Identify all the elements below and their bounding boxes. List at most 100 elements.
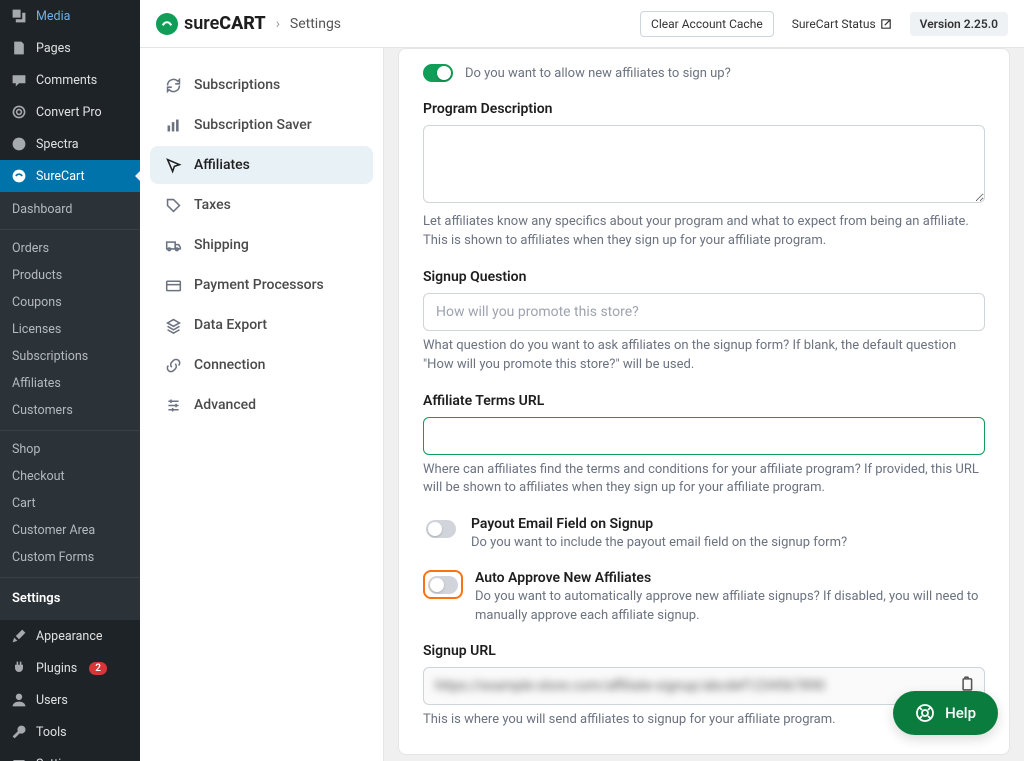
- sc-nav-subscriptions[interactable]: Subscriptions: [150, 66, 373, 104]
- sc-nav-label: Taxes: [194, 197, 231, 213]
- sc-nav-advanced[interactable]: Advanced: [150, 386, 373, 424]
- plugin-update-badge: 2: [89, 662, 107, 675]
- wp-nav-settings[interactable]: Settings: [0, 748, 140, 761]
- card-icon: [164, 276, 182, 294]
- sc-nav-label: Subscriptions: [194, 77, 280, 93]
- wp-sub-customers[interactable]: Customers: [0, 397, 140, 424]
- sc-nav-affiliates[interactable]: Affiliates: [150, 146, 373, 184]
- version-badge: Version 2.25.0: [910, 12, 1008, 36]
- brand-prefix: sure: [184, 13, 219, 34]
- wp-sub-dashboard[interactable]: Dashboard: [0, 196, 140, 223]
- payout-email-toggle-title: Payout Email Field on Signup: [471, 516, 985, 532]
- sliders-icon: [10, 755, 28, 761]
- wp-nav-label: SureCart: [36, 169, 85, 184]
- wp-sub-coupons[interactable]: Coupons: [0, 289, 140, 316]
- wp-nav-appearance[interactable]: Appearance: [0, 620, 140, 652]
- wp-nav-spectra[interactable]: Spectra: [0, 128, 140, 160]
- wp-sub-customerarea[interactable]: Customer Area: [0, 517, 140, 544]
- surecart-settings-nav: Subscriptions Subscription Saver Affilia…: [140, 48, 384, 761]
- auto-approve-toggle[interactable]: [428, 576, 458, 594]
- allow-signup-help: Do you want to allow new affiliates to s…: [465, 65, 985, 83]
- wp-nav-label: Appearance: [36, 629, 103, 644]
- breadcrumb-current: Settings: [290, 16, 341, 32]
- wp-nav-label: Plugins: [36, 661, 77, 676]
- sc-nav-shipping[interactable]: Shipping: [150, 226, 373, 264]
- wp-sub-affiliates[interactable]: Affiliates: [0, 370, 140, 397]
- wrench-icon: [10, 723, 28, 741]
- wp-nav-label: Convert Pro: [36, 105, 102, 120]
- clear-cache-button[interactable]: Clear Account Cache: [640, 11, 774, 37]
- link-icon: [164, 356, 182, 374]
- wp-nav-users[interactable]: Users: [0, 684, 140, 716]
- wp-sub-orders[interactable]: Orders: [0, 235, 140, 262]
- breadcrumb-sep: ›: [276, 16, 280, 32]
- wp-nav-comments[interactable]: Comments: [0, 64, 140, 96]
- truck-icon: [164, 236, 182, 254]
- wp-nav-label: Users: [36, 693, 68, 708]
- wp-nav-label: Pages: [36, 41, 71, 56]
- refresh-icon: [164, 76, 182, 94]
- wp-sub-cart[interactable]: Cart: [0, 490, 140, 517]
- comment-icon: [10, 71, 28, 89]
- sc-nav-taxes[interactable]: Taxes: [150, 186, 373, 224]
- wp-nav-plugins[interactable]: Plugins 2: [0, 652, 140, 684]
- plug-icon: [10, 659, 28, 677]
- sc-nav-label: Subscription Saver: [194, 117, 312, 133]
- wp-sub-checkout[interactable]: Checkout: [0, 463, 140, 490]
- cursor-icon: [164, 156, 182, 174]
- surecart-logo[interactable]: sureCART: [156, 13, 266, 35]
- clipboard-icon: [958, 675, 975, 692]
- sc-nav-data-export[interactable]: Data Export: [150, 306, 373, 344]
- sc-nav-subscription-saver[interactable]: Subscription Saver: [150, 106, 373, 144]
- external-link-icon: [880, 18, 892, 30]
- spectra-icon: [10, 135, 28, 153]
- affiliate-terms-help: Where can affiliates find the terms and …: [423, 461, 985, 499]
- wp-nav-surecart[interactable]: SureCart: [0, 160, 140, 192]
- target-icon: [10, 103, 28, 121]
- affiliate-terms-label: Affiliate Terms URL: [423, 393, 985, 409]
- wp-sub-licenses[interactable]: Licenses: [0, 316, 140, 343]
- program-description-textarea[interactable]: [423, 125, 985, 203]
- main-content: Do you want to allow new affiliates to s…: [384, 48, 1024, 761]
- wp-surecart-submenu: Dashboard Orders Products Coupons Licens…: [0, 192, 140, 620]
- bars-icon: [164, 116, 182, 134]
- wp-nav-label: Settings: [36, 757, 82, 761]
- wp-sub-products[interactable]: Products: [0, 262, 140, 289]
- signup-url-value: https://example-store.com/affiliate-sign…: [435, 678, 825, 694]
- program-description-help: Let affiliates know any specifics about …: [423, 213, 985, 251]
- brush-icon: [10, 627, 28, 645]
- wp-nav-media[interactable]: Media: [0, 0, 140, 32]
- wp-sub-subscriptions[interactable]: Subscriptions: [0, 343, 140, 370]
- status-label: SureCart Status: [792, 17, 876, 31]
- wp-settings-heading: Settings: [0, 583, 140, 612]
- wp-nav-tools[interactable]: Tools: [0, 716, 140, 748]
- payout-email-toggle[interactable]: [426, 520, 456, 538]
- sc-nav-label: Data Export: [194, 317, 267, 333]
- signup-question-label: Signup Question: [423, 269, 985, 285]
- help-fab[interactable]: Help: [893, 691, 998, 735]
- adjust-icon: [164, 396, 182, 414]
- sc-nav-connection[interactable]: Connection: [150, 346, 373, 384]
- sc-nav-payment-processors[interactable]: Payment Processors: [150, 266, 373, 304]
- sc-nav-label: Advanced: [194, 397, 256, 413]
- wp-nav-label: Comments: [36, 73, 97, 88]
- affiliate-terms-input[interactable]: [423, 417, 985, 455]
- brand-suffix: CART: [219, 13, 265, 34]
- sc-nav-label: Payment Processors: [194, 277, 324, 293]
- wp-nav-label: Spectra: [36, 137, 79, 152]
- allow-signup-toggle[interactable]: [423, 64, 453, 82]
- tag-icon: [164, 196, 182, 214]
- wp-nav-pages[interactable]: Pages: [0, 32, 140, 64]
- auto-approve-toggle-title: Auto Approve New Affiliates: [475, 570, 985, 586]
- help-fab-label: Help: [945, 704, 976, 722]
- signup-question-input[interactable]: [423, 293, 985, 331]
- logo-mark-icon: [156, 13, 178, 35]
- wp-sub-shop[interactable]: Shop: [0, 436, 140, 463]
- surecart-status-link[interactable]: SureCart Status: [784, 12, 900, 36]
- topbar: sureCART › Settings Clear Account Cache …: [140, 0, 1024, 48]
- sc-nav-label: Affiliates: [194, 157, 250, 173]
- wp-sub-customforms[interactable]: Custom Forms: [0, 544, 140, 571]
- wp-nav-convertpro[interactable]: Convert Pro: [0, 96, 140, 128]
- wp-nav-label: Media: [36, 9, 70, 24]
- wp-nav-label: Tools: [36, 725, 67, 740]
